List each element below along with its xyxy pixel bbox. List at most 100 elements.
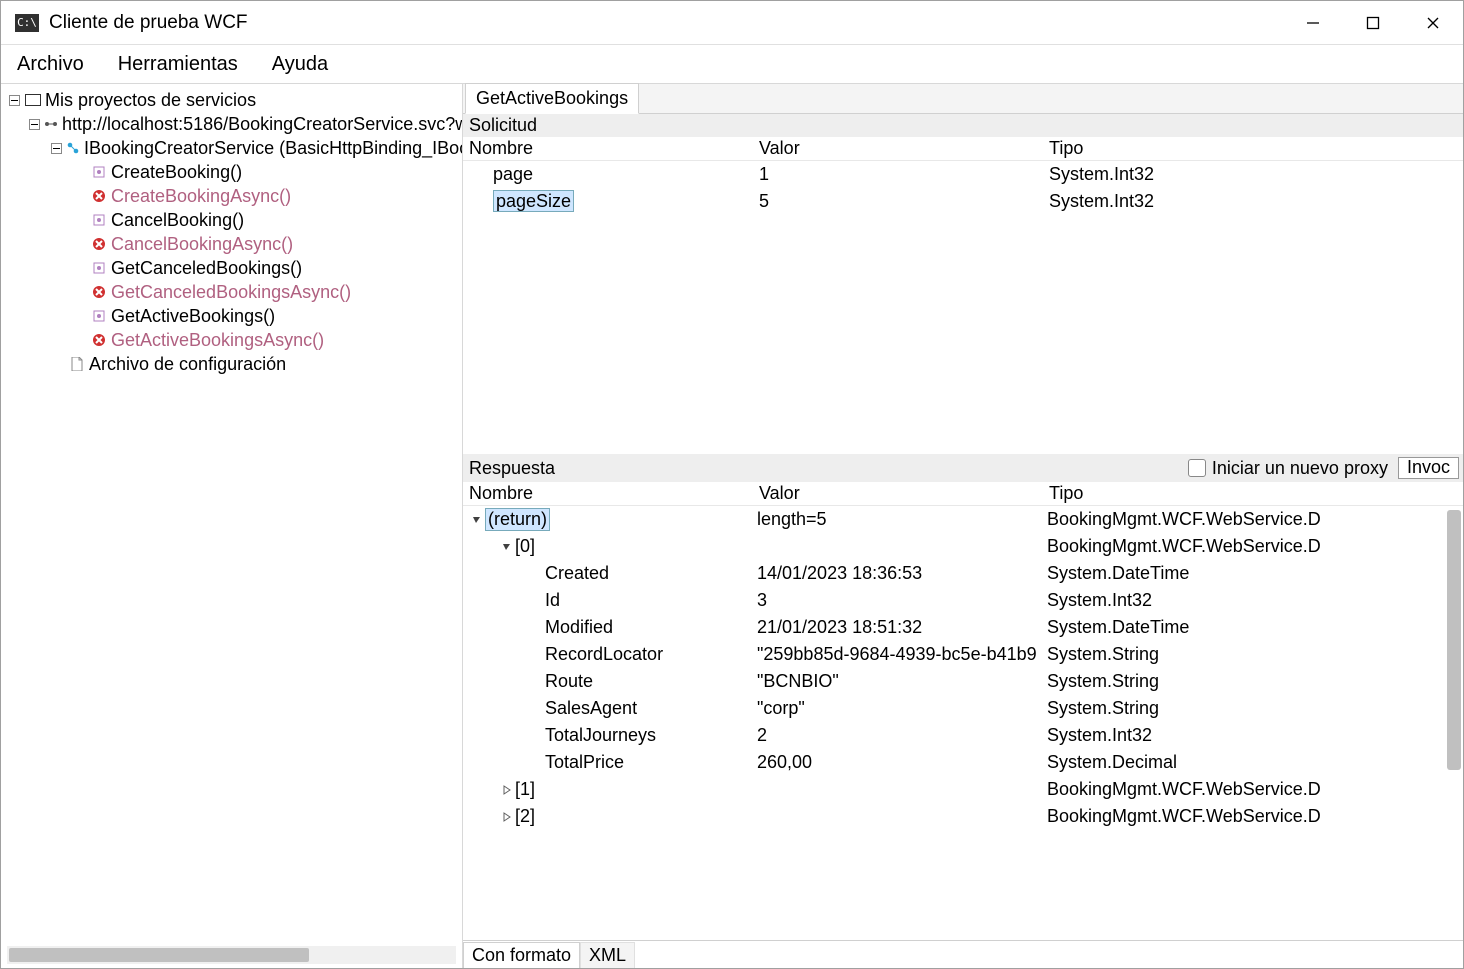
async-error-icon — [91, 332, 107, 348]
resp-name: RecordLocator — [463, 644, 753, 665]
expander-icon[interactable] — [499, 784, 515, 796]
tree-method[interactable]: GetActiveBookingsAsync() — [1, 328, 462, 352]
tree-method-label: GetActiveBookingsAsync() — [111, 328, 324, 352]
leaf-dash-icon — [73, 237, 87, 251]
tree-method[interactable]: GetCanceledBookingsAsync() — [1, 280, 462, 304]
tab-formatted[interactable]: Con formato — [463, 942, 580, 968]
resp-type: BookingMgmt.WCF.WebService.D — [1043, 806, 1463, 827]
tree-method[interactable]: CancelBooking() — [1, 208, 462, 232]
expander-icon[interactable] — [499, 541, 515, 553]
leaf-dash-icon — [73, 261, 87, 275]
tab-xml[interactable]: XML — [580, 942, 635, 968]
tree-method-label: CancelBooking() — [111, 208, 244, 232]
response-row[interactable]: RecordLocator"259bb85d-9684-4939-bc5e-b4… — [463, 641, 1463, 668]
tree-method-label: CreateBookingAsync() — [111, 184, 291, 208]
menu-tools[interactable]: Herramientas — [112, 49, 244, 80]
tree-root[interactable]: Mis proyectos de servicios — [1, 88, 462, 112]
response-row[interactable]: Created14/01/2023 18:36:53System.DateTim… — [463, 560, 1463, 587]
resp-type: System.Int32 — [1043, 590, 1463, 611]
request-row[interactable]: pageSize5System.Int32 — [463, 188, 1463, 215]
response-row[interactable]: TotalJourneys2System.Int32 — [463, 722, 1463, 749]
request-title: Solicitud — [463, 114, 1463, 137]
tree-interface[interactable]: IBookingCreatorService (BasicHttpBinding… — [1, 136, 462, 160]
tree-config[interactable]: Archivo de configuración — [1, 352, 462, 376]
request-row[interactable]: page1System.Int32 — [463, 161, 1463, 188]
expander-icon[interactable] — [499, 811, 515, 823]
resp-type: System.DateTime — [1043, 563, 1463, 584]
tree-method-label: CreateBooking() — [111, 160, 242, 184]
response-row[interactable]: Modified21/01/2023 18:51:32System.DateTi… — [463, 614, 1463, 641]
resp-type: System.Int32 — [1043, 725, 1463, 746]
response-row[interactable]: [1] BookingMgmt.WCF.WebService.D — [463, 776, 1463, 803]
close-button[interactable] — [1403, 1, 1463, 45]
new-proxy-checkbox-wrap[interactable]: Iniciar un nuevo proxy — [1188, 458, 1388, 479]
tree-service-label: http://localhost:5186/BookingCreatorServ… — [62, 112, 462, 136]
response-row[interactable]: [2]BookingMgmt.WCF.WebService.D — [463, 803, 1463, 830]
col-name: Nombre — [463, 137, 753, 160]
leaf-dash-icon — [73, 189, 87, 203]
interface-icon — [66, 140, 80, 156]
leaf-dash-icon — [73, 213, 87, 227]
param-value[interactable]: 5 — [753, 190, 1043, 213]
app-window: C:\ Cliente de prueba WCF Archivo Herram… — [0, 0, 1464, 969]
invoke-button[interactable]: Invoc — [1398, 457, 1459, 479]
tree-service[interactable]: http://localhost:5186/BookingCreatorServ… — [1, 112, 462, 136]
method-icon — [91, 164, 107, 180]
request-headers: Nombre Valor Tipo — [463, 137, 1463, 161]
tree-method[interactable]: GetCanceledBookings() — [1, 256, 462, 280]
col-type: Tipo — [1043, 137, 1463, 160]
response-row[interactable]: TotalPrice260,00System.Decimal — [463, 749, 1463, 776]
response-scrollbar-vertical[interactable] — [1447, 510, 1461, 770]
resp-name: [0] — [463, 536, 753, 557]
maximize-button[interactable] — [1343, 1, 1403, 45]
resp-type: System.DateTime — [1043, 617, 1463, 638]
response-row[interactable]: SalesAgent"corp"System.String — [463, 695, 1463, 722]
response-row[interactable]: [0] BookingMgmt.WCF.WebService.D — [463, 533, 1463, 560]
tree-method-label: GetCanceledBookings() — [111, 256, 302, 280]
resp-value: length=5 — [753, 509, 1043, 530]
tree-method[interactable]: CancelBookingAsync() — [1, 232, 462, 256]
resp-type: System.Decimal — [1043, 752, 1463, 773]
param-name: pageSize — [463, 190, 753, 213]
resp-type: BookingMgmt.WCF.WebService.D — [1043, 779, 1463, 800]
resp-value: "BCNBIO" — [753, 671, 1043, 692]
resp-value: "corp" — [753, 698, 1043, 719]
app-icon: C:\ — [15, 14, 39, 32]
expander-icon[interactable] — [469, 514, 485, 526]
menu-help[interactable]: Ayuda — [266, 49, 334, 80]
resp-type: BookingMgmt.WCF.WebService.D — [1043, 536, 1463, 557]
tree-method-label: CancelBookingAsync() — [111, 232, 293, 256]
tree-method[interactable]: CreateBooking() — [1, 160, 462, 184]
response-title: Respuesta — [469, 458, 1178, 479]
collapse-icon[interactable] — [29, 117, 40, 131]
tree-root-label: Mis proyectos de servicios — [45, 88, 256, 112]
resp-value: 3 — [753, 590, 1043, 611]
resp-name: (return) — [463, 508, 753, 531]
resp-name: [1] — [463, 779, 753, 800]
collapse-icon[interactable] — [51, 141, 62, 155]
response-body: (return)length=5BookingMgmt.WCF.WebServi… — [463, 506, 1463, 940]
resp-name: SalesAgent — [463, 698, 753, 719]
response-row[interactable]: (return)length=5BookingMgmt.WCF.WebServi… — [463, 506, 1463, 533]
method-icon — [91, 308, 107, 324]
async-error-icon — [91, 188, 107, 204]
request-body: page1System.Int32pageSize5System.Int32 — [463, 161, 1463, 454]
tree-method[interactable]: GetActiveBookings() — [1, 304, 462, 328]
param-value[interactable]: 1 — [753, 163, 1043, 186]
response-row[interactable]: Id3System.Int32 — [463, 587, 1463, 614]
service-tree[interactable]: Mis proyectos de servicios http://localh… — [1, 84, 462, 944]
minimize-button[interactable] — [1283, 1, 1343, 45]
resp-type: BookingMgmt.WCF.WebService.D — [1043, 509, 1463, 530]
projects-icon — [25, 92, 41, 108]
leaf-icon — [51, 357, 65, 371]
collapse-icon[interactable] — [7, 93, 21, 107]
method-icon — [91, 260, 107, 276]
resp-type: System.String — [1043, 671, 1463, 692]
tree-method[interactable]: CreateBookingAsync() — [1, 184, 462, 208]
leaf-dash-icon — [73, 333, 87, 347]
menu-file[interactable]: Archivo — [11, 49, 90, 80]
tab-active-operation[interactable]: GetActiveBookings — [465, 83, 639, 114]
checkbox-icon[interactable] — [1188, 459, 1206, 477]
tree-scrollbar-horizontal[interactable] — [7, 946, 456, 964]
response-row[interactable]: Route"BCNBIO"System.String — [463, 668, 1463, 695]
